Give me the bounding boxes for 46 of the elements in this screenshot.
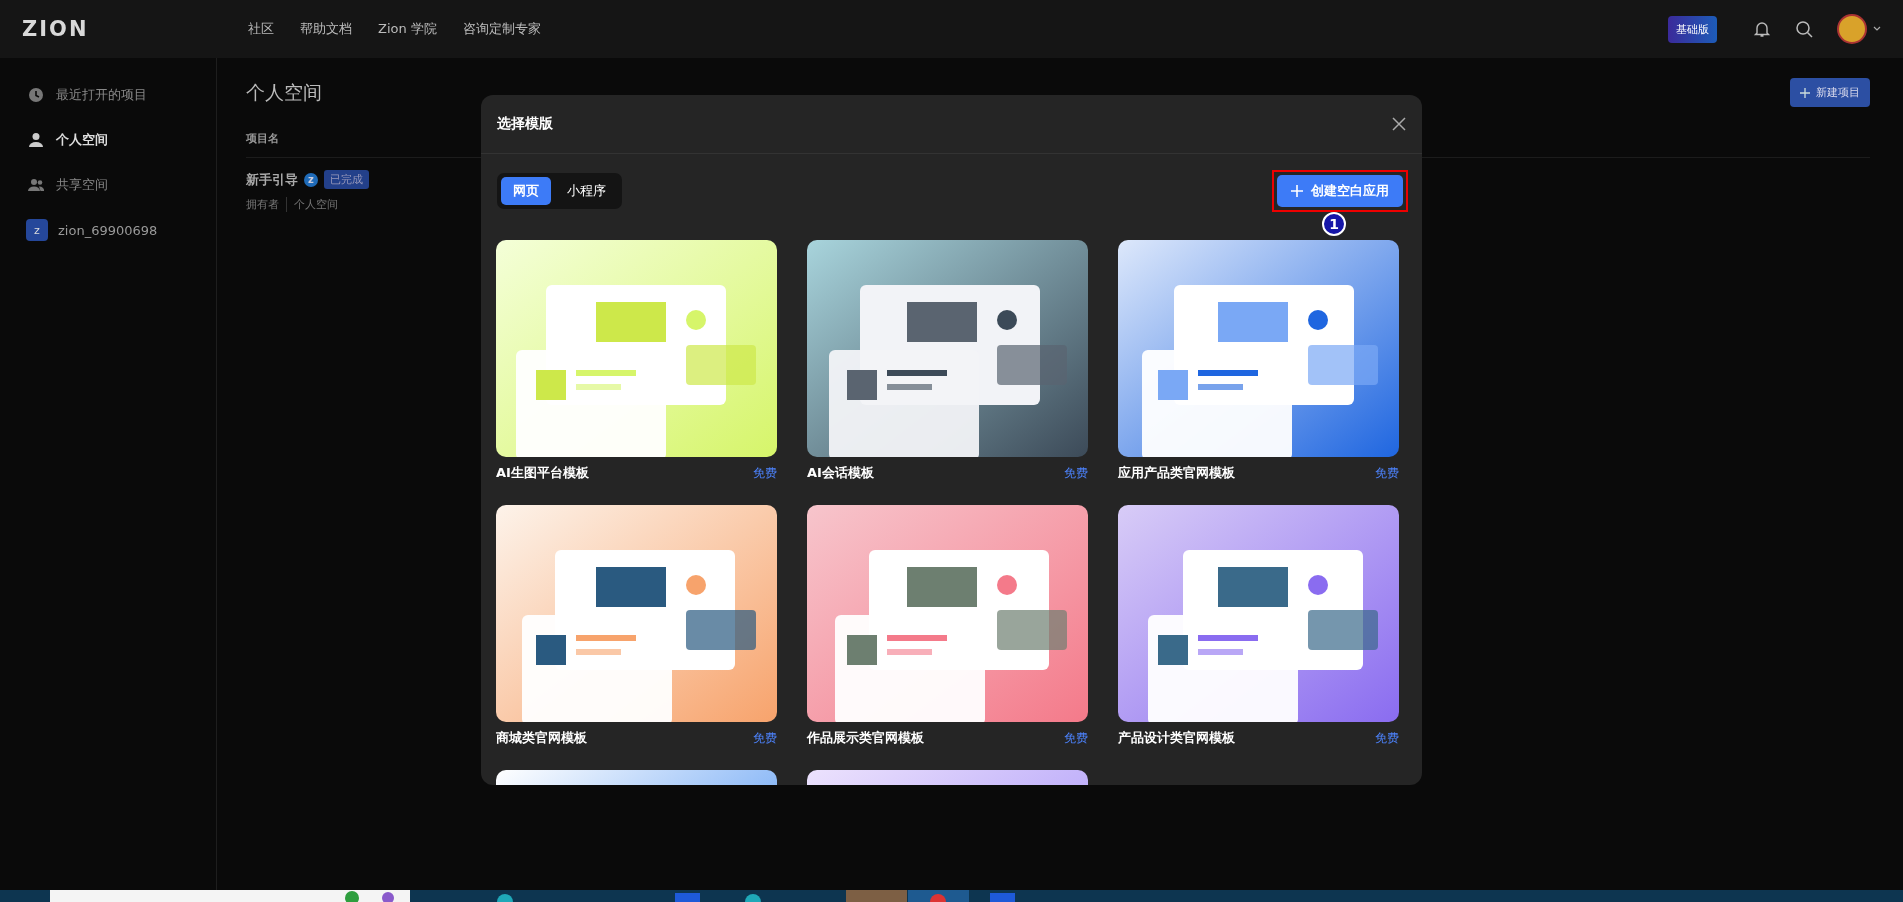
search-icon[interactable]	[1795, 20, 1813, 38]
avatar[interactable]	[1837, 14, 1867, 44]
price-label: 免费	[753, 464, 777, 482]
project-badge: z	[304, 172, 318, 187]
plan-badge[interactable]: 基础版	[1668, 15, 1717, 43]
dialog-title: 选择模版	[497, 115, 553, 133]
nav-link[interactable]: Zion 学院	[378, 20, 437, 38]
project-name[interactable]: 新手引导	[246, 170, 298, 189]
template-name[interactable]: 商城类官网模板	[496, 729, 587, 747]
new-project-button[interactable]: 新建项目	[1790, 78, 1870, 107]
nav-link[interactable]: 帮助文档	[300, 20, 352, 38]
close-icon[interactable]	[1392, 117, 1406, 131]
nav-link[interactable]: 咨询定制专家	[462, 20, 541, 38]
tab[interactable]: 网页	[501, 177, 551, 205]
workspace-avatar: z	[26, 219, 48, 241]
person-icon	[28, 131, 44, 148]
sidebar-item[interactable]: 共享空间	[28, 162, 216, 207]
price-label: 免费	[753, 729, 777, 747]
template-name[interactable]: AI会话模板	[807, 464, 874, 482]
space-label: 个人空间	[294, 197, 338, 212]
nav-link[interactable]: 社区	[248, 20, 274, 38]
column-header: 项目名	[246, 130, 279, 146]
owner-label: 拥有者	[246, 197, 279, 212]
sidebar-item[interactable]: 个人空间	[28, 117, 216, 162]
template-name[interactable]: 应用产品类官网模板	[1118, 464, 1235, 482]
plus-icon	[1800, 87, 1810, 98]
sidebar-item[interactable]: 最近打开的项目	[28, 72, 216, 117]
create-blank-app-button[interactable]: 创建空白应用	[1277, 175, 1403, 207]
clock-icon	[28, 86, 44, 103]
price-label: 免费	[1064, 729, 1088, 747]
logo[interactable]: ZION	[22, 17, 248, 41]
step-marker: 1	[1322, 212, 1346, 236]
page-title: 个人空间	[246, 79, 322, 105]
workspace-name[interactable]: zion_69900698	[58, 222, 158, 238]
tab[interactable]: 小程序	[555, 177, 618, 205]
template-name[interactable]: AI生图平台模板	[496, 464, 589, 482]
bell-icon[interactable]	[1753, 20, 1771, 38]
price-label: 免费	[1375, 464, 1399, 482]
template-name[interactable]: 产品设计类官网模板	[1118, 729, 1235, 747]
status-tag: 已完成	[324, 170, 369, 189]
price-label: 免费	[1375, 729, 1399, 747]
price-label: 免费	[1064, 464, 1088, 482]
template-name[interactable]: 作品展示类官网模板	[807, 729, 924, 747]
people-icon	[28, 176, 44, 193]
plus-icon	[1291, 185, 1303, 197]
caret-icon[interactable]	[1873, 26, 1881, 32]
